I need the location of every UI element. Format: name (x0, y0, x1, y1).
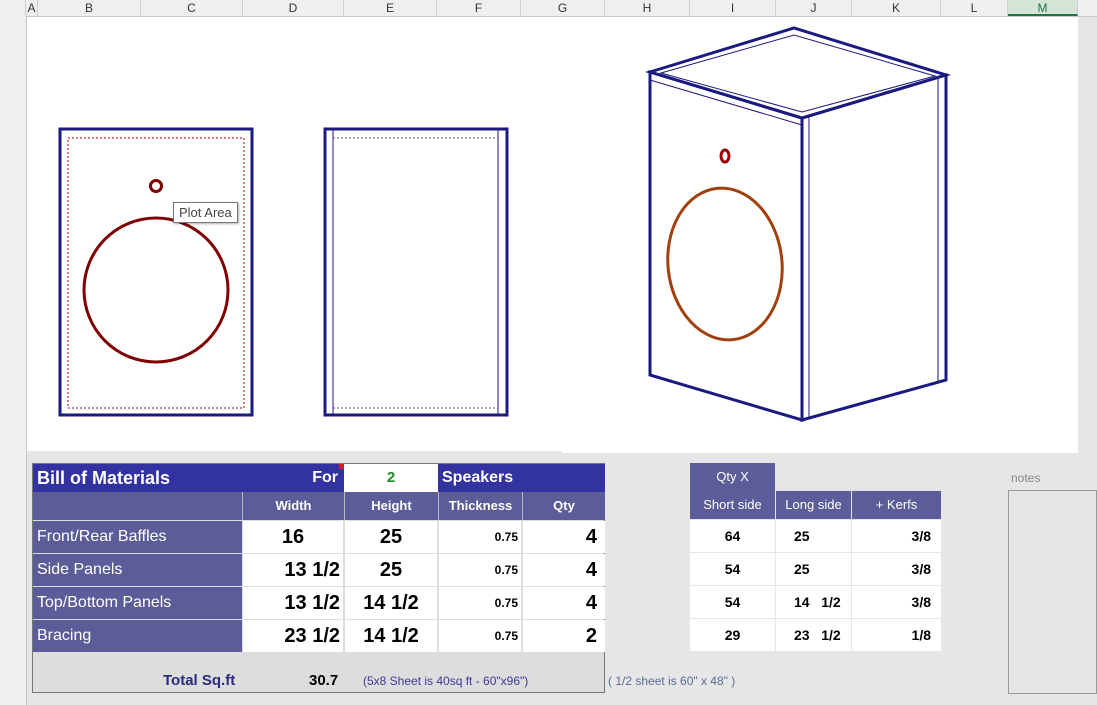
row-label-side-panels: Side Panels (33, 554, 242, 586)
qty-value[interactable]: 4 (523, 554, 605, 586)
comment-indicator (339, 464, 344, 469)
row-label-bracing: Bracing (33, 620, 242, 652)
side-panel-drawing (323, 127, 509, 417)
qty-value[interactable]: 4 (523, 587, 605, 619)
short-side-header: Short side (690, 491, 775, 519)
tweeter-cutout (149, 179, 163, 193)
front-baffle-inner-line (67, 137, 245, 409)
thickness-value[interactable]: 0.75 (439, 554, 521, 586)
short-side-value[interactable]: 54 (690, 553, 775, 585)
long-side-value[interactable]: 23 1/2 (776, 619, 851, 651)
iso-tweeter (719, 148, 731, 164)
kerf-value[interactable]: 3/8 (852, 586, 941, 618)
height-value[interactable]: 25 (345, 521, 437, 553)
short-side-value[interactable]: 64 (690, 520, 775, 552)
qty-value[interactable]: 2 (523, 620, 605, 652)
bom-header-blank (33, 492, 242, 520)
speakers-label: Speakers (438, 464, 605, 492)
height-value[interactable]: 25 (345, 554, 437, 586)
for-label: For (242, 464, 344, 492)
long-side-value[interactable]: 25 (776, 553, 851, 585)
total-sqft-value[interactable]: 30.7 (309, 672, 338, 689)
qty-value[interactable]: 4 (523, 521, 605, 553)
width-value[interactable]: 13 1/2 (243, 587, 343, 619)
long-side-value[interactable]: 14 1/2 (776, 586, 851, 618)
isometric-cabinet (644, 26, 952, 423)
height-header: Height (344, 492, 438, 520)
side-panel-outline (323, 127, 509, 417)
notes-textbox[interactable] (1008, 490, 1097, 694)
row-label-front-rear-baffles: Front/Rear Baffles (33, 521, 242, 553)
total-sqft-label: Total Sq.ft (163, 672, 236, 689)
width-value[interactable]: 23 1/2 (243, 620, 343, 652)
long-side-header: Long side (776, 491, 851, 519)
width-value[interactable]: 13 1/2 (243, 554, 343, 586)
notes-label: notes (1011, 471, 1041, 485)
half-sheet-note: ( 1/2 sheet is 60" x 48" ) (608, 674, 736, 688)
bom-title: Bill of Materials (33, 464, 242, 492)
width-value[interactable]: 16 (243, 521, 343, 553)
plot-area-tooltip: Plot Area (173, 202, 238, 223)
width-header: Width (242, 492, 344, 520)
kerfs-header: + Kerfs (852, 491, 941, 519)
thickness-header: Thickness (438, 492, 522, 520)
cut-list-table: Qty X Short side Long side + Kerfs 64 25… (690, 463, 941, 653)
sheet-note: (5x8 Sheet is 40sq ft - 60"x96") (363, 674, 529, 688)
thickness-value[interactable]: 0.75 (439, 620, 521, 652)
kerf-value[interactable]: 3/8 (852, 553, 941, 585)
speaker-count-input[interactable]: 2 (344, 464, 438, 492)
short-side-value[interactable]: 29 (690, 619, 775, 651)
qty-header: Qty (522, 492, 605, 520)
height-value[interactable]: 14 1/2 (345, 587, 437, 619)
front-baffle-drawing (58, 127, 254, 417)
short-side-value[interactable]: 54 (690, 586, 775, 618)
height-value[interactable]: 14 1/2 (345, 620, 437, 652)
kerf-value[interactable]: 3/8 (852, 520, 941, 552)
thickness-value[interactable]: 0.75 (439, 587, 521, 619)
qty-x-title: Qty X (690, 463, 775, 491)
woofer-cutout (82, 216, 230, 364)
front-baffle-outline (58, 127, 254, 417)
bill-of-materials-table: Bill of Materials For 2 Speakers Width H… (32, 463, 605, 693)
row-label-top-bottom-panels: Top/Bottom Panels (33, 587, 242, 619)
long-side-value[interactable]: 25 (776, 520, 851, 552)
iso-woofer (666, 186, 784, 342)
thickness-value[interactable]: 0.75 (439, 521, 521, 553)
kerf-value[interactable]: 1/8 (852, 619, 941, 651)
